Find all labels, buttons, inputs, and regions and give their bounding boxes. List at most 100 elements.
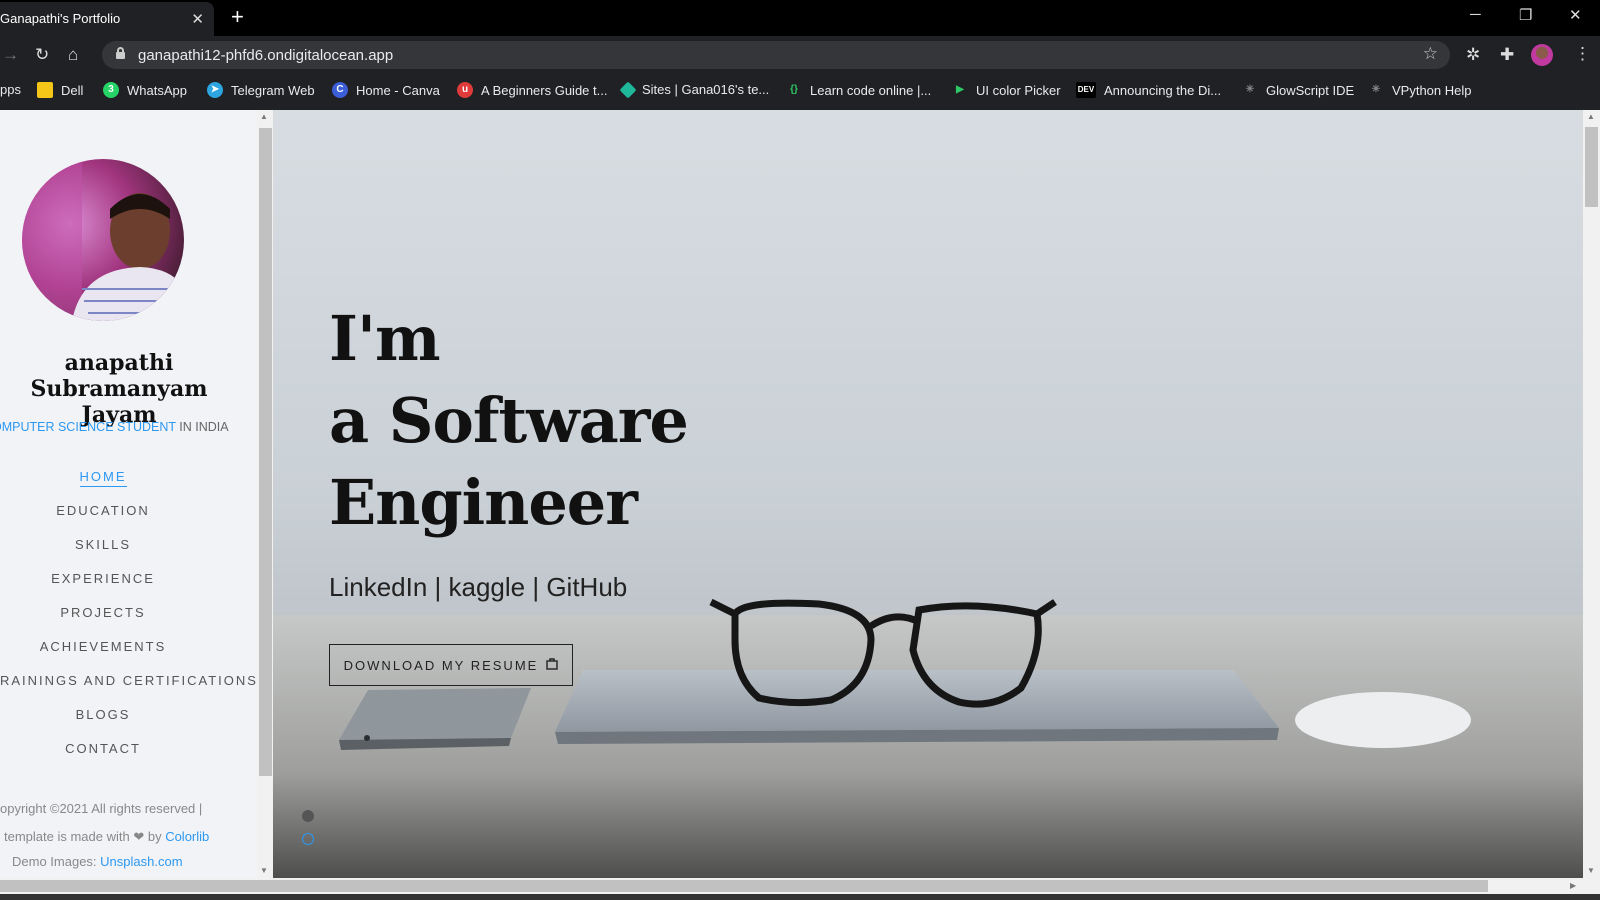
- bookmark-dell[interactable]: Dell: [37, 82, 83, 98]
- nav-label: RAININGS AND CERTIFICATIONS: [0, 673, 257, 688]
- hero-heading-line1: I'm: [329, 302, 441, 375]
- vpython-icon: ✳: [1368, 82, 1384, 98]
- nav-projects[interactable]: PROJECTS: [0, 603, 206, 637]
- scroll-up-arrow[interactable]: ▲: [1587, 112, 1595, 121]
- sidebar-scrollbar[interactable]: ▲ ▼: [257, 110, 273, 878]
- colorlib-link[interactable]: Colorlib: [165, 829, 209, 844]
- nav-trainings[interactable]: RAININGS AND CERTIFICATIONS: [0, 671, 256, 705]
- bookmark-glowscript[interactable]: ✳ GlowScript IDE: [1242, 82, 1354, 98]
- slider-dot-2[interactable]: [302, 833, 314, 845]
- copyright-text: opyright ©2021 All rights reserved |: [0, 801, 203, 816]
- slider-dot-1[interactable]: [302, 810, 314, 822]
- address-bar[interactable]: ganapathi12-phfd6.ondigitalocean.app ☆: [102, 41, 1450, 69]
- tab-strip: Ganapathi's Portfolio ✕ + ─ ❐ ✕: [0, 0, 1600, 36]
- bookmark-canva[interactable]: C Home - Canva: [332, 82, 440, 98]
- scroll-right-arrow[interactable]: ▶: [1570, 881, 1576, 890]
- horizontal-scrollbar[interactable]: ▶: [0, 878, 1600, 894]
- horizontal-scrollbar-thumb[interactable]: [0, 880, 1488, 892]
- social-links[interactable]: LinkedIn | kaggle | GitHub: [329, 572, 627, 603]
- bookmark-label: Sites | Gana016's te...: [642, 82, 770, 97]
- bookmark-whatsapp[interactable]: 3 WhatsApp: [103, 82, 187, 98]
- minimize-icon[interactable]: ─: [1470, 6, 1481, 23]
- bookmark-sites[interactable]: Sites | Gana016's te...: [619, 81, 770, 98]
- bookmark-label: GlowScript IDE: [1266, 82, 1355, 98]
- nav-label: ACHIEVEMENTS: [39, 639, 167, 654]
- scroll-down-arrow[interactable]: ▼: [1587, 866, 1595, 875]
- forward-icon[interactable]: →: [2, 45, 19, 65]
- nav-blogs[interactable]: BLOGS: [0, 705, 206, 739]
- bookmark-ui-color-picker[interactable]: ▶ UI color Picker: [952, 82, 1061, 98]
- hero-heading-line3: Engineer: [329, 466, 638, 539]
- tagline-accent: OMPUTER SCIENCE STUDENT: [0, 420, 176, 434]
- demo-images-text: Demo Images: Unsplash.com: [12, 854, 252, 869]
- nav-label: HOME: [79, 469, 127, 487]
- nav-home[interactable]: HOME: [0, 467, 206, 501]
- tab-portfolio[interactable]: Ganapathi's Portfolio ✕: [0, 2, 214, 36]
- star-icon[interactable]: ☆: [1423, 44, 1438, 64]
- bookmark-label: Telegram Web: [231, 82, 315, 98]
- nav-achievements[interactable]: ACHIEVEMENTS: [0, 637, 206, 671]
- nav-label: BLOGS: [75, 707, 131, 722]
- hero-heading: I'm a Software Engineer: [329, 298, 689, 544]
- tagline: OMPUTER SCIENCE STUDENT IN INDIA: [0, 420, 232, 434]
- nav-label: PROJECTS: [60, 605, 146, 620]
- telegram-icon: ➤: [207, 82, 223, 98]
- download-resume-button[interactable]: DOWNLOAD MY RESUME: [329, 644, 573, 686]
- sidebar: anapathi Subramanyam Jayam OMPUTER SCIEN…: [0, 110, 257, 878]
- close-window-icon[interactable]: ✕: [1569, 6, 1582, 24]
- bookmark-label: pps: [0, 82, 21, 97]
- scroll-up-arrow[interactable]: ▲: [260, 112, 268, 121]
- unsplash-link[interactable]: Unsplash.com: [100, 854, 182, 869]
- home-icon[interactable]: ⌂: [68, 45, 78, 65]
- nav-experience[interactable]: EXPERIENCE: [0, 569, 206, 603]
- bookmark-label: UI color Picker: [976, 82, 1061, 98]
- close-icon[interactable]: ✕: [191, 10, 204, 28]
- browser-toolbar: → ↻ ⌂ ganapathi12-phfd6.ondigitalocean.a…: [0, 36, 1600, 74]
- profile-photo: [22, 159, 184, 321]
- sidebar-nav: HOME EDUCATION SKILLS EXPERIENCE PROJECT…: [0, 467, 256, 773]
- bookmark-learn-code[interactable]: {} Learn code online |...: [786, 82, 931, 98]
- bookmark-beginners-guide[interactable]: u A Beginners Guide t...: [457, 82, 607, 98]
- lock-icon: [116, 47, 125, 59]
- puzzle-icon[interactable]: ✚: [1500, 45, 1514, 65]
- page-scrollbar[interactable]: ▲ ▼: [1583, 110, 1600, 878]
- demo-images-label: Demo Images:: [12, 854, 101, 869]
- bookmark-label: Learn code online |...: [810, 82, 932, 98]
- glowscript-icon: ✳: [1242, 82, 1258, 98]
- bookmark-label: Home - Canva: [356, 82, 440, 98]
- tab-title: Ganapathi's Portfolio: [0, 11, 121, 26]
- bookmark-label: A Beginners Guide t...: [481, 82, 608, 98]
- kebab-menu-icon[interactable]: ⋮: [1574, 44, 1591, 64]
- nav-contact[interactable]: CONTACT: [0, 739, 206, 773]
- briefcase-icon: [546, 657, 559, 673]
- plus-icon[interactable]: +: [231, 4, 244, 30]
- nav-label: SKILLS: [74, 537, 132, 552]
- sidebar-scrollbar-thumb[interactable]: [259, 128, 272, 776]
- site-icon: u: [457, 82, 473, 98]
- hero-section: I'm a Software Engineer LinkedIn | kaggl…: [273, 110, 1583, 878]
- dev-icon: DEV: [1076, 82, 1096, 98]
- extension-gear-icon[interactable]: ✲: [1466, 45, 1480, 65]
- nav-education[interactable]: EDUCATION: [0, 501, 206, 535]
- canva-icon: C: [332, 82, 348, 98]
- hero-heading-line2: a Software: [329, 384, 689, 457]
- scroll-down-arrow[interactable]: ▼: [260, 866, 268, 875]
- restore-icon[interactable]: ❐: [1519, 6, 1532, 24]
- bookmark-telegram[interactable]: ➤ Telegram Web: [207, 82, 315, 98]
- bookmark-vpython[interactable]: ✳ VPython Help: [1368, 82, 1472, 98]
- avatar[interactable]: [1531, 44, 1553, 66]
- nav-label: EDUCATION: [56, 503, 150, 518]
- page-scrollbar-thumb[interactable]: [1585, 127, 1598, 207]
- page-viewport: anapathi Subramanyam Jayam OMPUTER SCIEN…: [0, 110, 1600, 900]
- download-resume-label: DOWNLOAD MY RESUME: [343, 657, 539, 673]
- nav-label: CONTACT: [65, 741, 141, 756]
- nav-skills[interactable]: SKILLS: [0, 535, 206, 569]
- bookmark-label: Announcing the Di...: [1104, 82, 1222, 98]
- reload-icon[interactable]: ↻: [35, 45, 49, 65]
- bookmark-apps[interactable]: pps: [0, 82, 21, 97]
- bookmarks-bar: pps Dell 3 WhatsApp ➤ Telegram Web C Home -…: [0, 74, 1600, 110]
- profile-name-line1: anapathi Subramanyam: [30, 350, 208, 402]
- taskbar-edge: [0, 894, 1600, 900]
- bookmark-dev[interactable]: DEV Announcing the Di...: [1076, 82, 1221, 98]
- made-with-label: template is made with ❤ by: [4, 829, 166, 844]
